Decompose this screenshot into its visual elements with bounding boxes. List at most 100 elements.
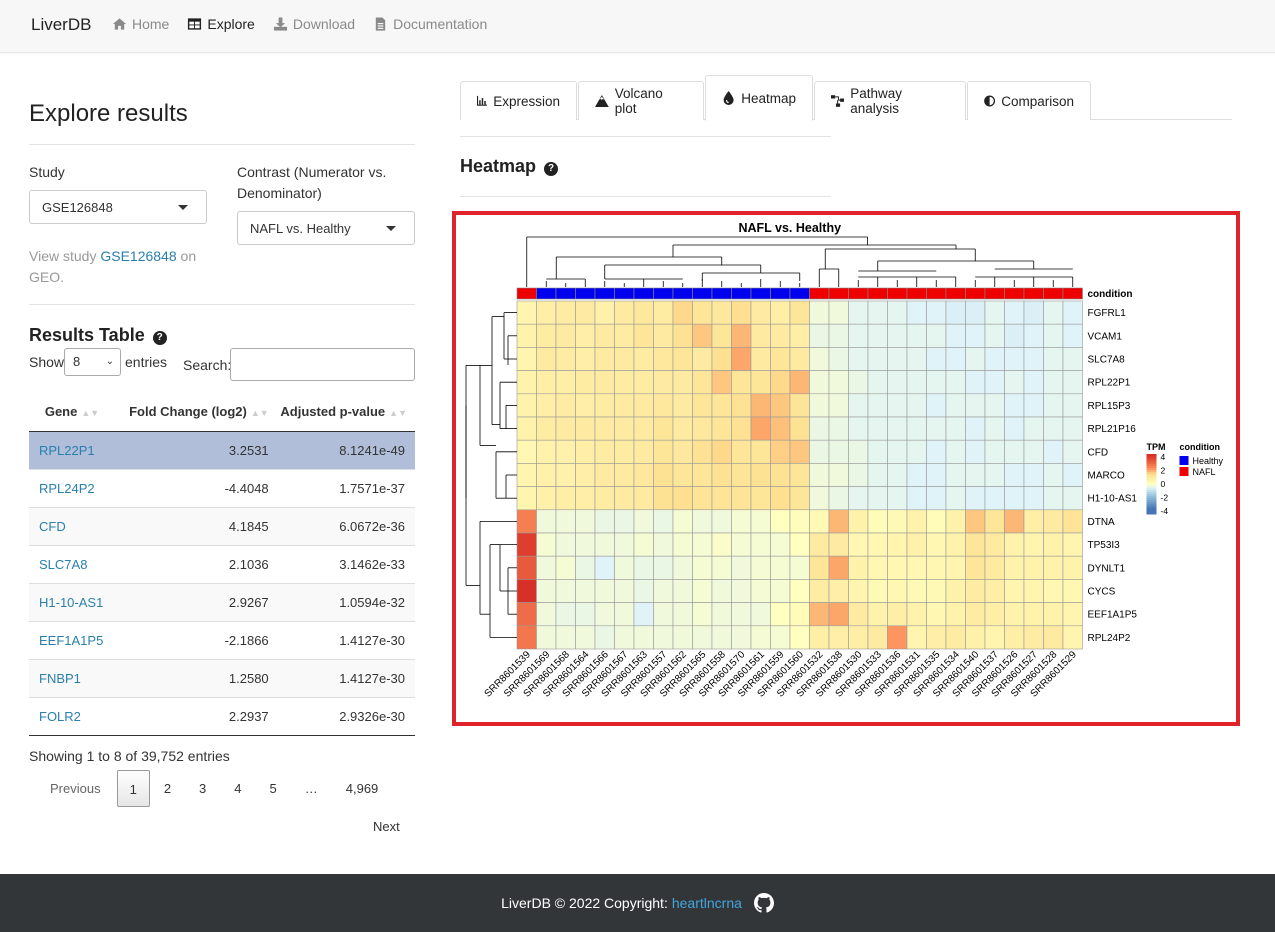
heatmap-cell [575,416,596,441]
p-value-cell: 1.7571e-37 [276,468,415,507]
previous-button[interactable]: Previous [29,770,117,807]
brand-logo[interactable]: LiverDB [31,15,91,35]
p-value-cell: 6.0672e-36 [276,506,415,545]
heatmap-cell [594,300,615,325]
gene-link[interactable]: RPL22P1 [39,443,95,458]
gene-link[interactable]: FOLR2 [39,709,81,724]
table-row[interactable]: EEF1A1P5 -2.1866 1.4127e-30 [29,620,415,659]
col-adjusted-p[interactable]: Adjusted p-value ▲▼ [276,392,415,432]
heatmap-cell [653,555,674,580]
heatmap-cell [906,555,927,580]
heatmap-cell [1004,300,1025,325]
study-select[interactable]: GSE126848 [29,190,207,224]
page-button-5[interactable]: 5 [256,770,291,807]
heatmap-cell [594,393,615,418]
table-row[interactable]: H1-10-AS1 2.9267 1.0594e-32 [29,582,415,621]
contrast-select[interactable]: NAFL vs. Healthy [237,211,415,245]
heatmap-cell [770,323,791,348]
fold-change-cell: -2.1866 [125,620,277,659]
caret-down-icon [386,226,396,231]
table-row[interactable]: FNBP1 1.2580 1.4127e-30 [29,658,415,697]
next-button[interactable]: Next [373,816,400,837]
nav-download[interactable]: Download [273,16,355,32]
search-input[interactable] [230,348,415,381]
github-icon[interactable] [753,893,774,913]
nav-explore[interactable]: Explore [187,16,255,32]
heatmap-cell [516,323,537,348]
heatmap-cell [1043,555,1064,580]
page-button-last[interactable]: 4,969 [332,770,393,807]
tab-expression[interactable]: Expression [460,81,577,120]
heatmap-cell [848,602,869,627]
col-fold-change[interactable]: Fold Change (log2) ▲▼ [125,392,277,432]
heatmap-cell [692,579,713,603]
row-label: DTNA [1088,517,1116,528]
tab-comparison[interactable]: Comparison [967,81,1091,120]
gene-link[interactable]: SLC7A8 [39,557,87,572]
nav-home[interactable]: Home [112,16,169,32]
page-button-2[interactable]: 2 [150,770,185,807]
page-title: Explore results [29,100,188,127]
heatmap-cell [848,486,869,511]
condition-annotation-cell [750,287,771,300]
page-button-3[interactable]: 3 [185,770,220,807]
fold-change-cell: 2.1036 [125,544,277,583]
heatmap-cell [672,532,693,557]
page-button-4[interactable]: 4 [220,770,255,807]
heatmap-cell [536,602,557,627]
heatmap-cell [887,370,908,395]
gene-link[interactable]: EEF1A1P5 [39,633,103,648]
heatmap-cell [536,370,557,395]
heatmap-cell [828,439,849,464]
tab-heatmap[interactable]: Heatmap [705,75,813,121]
heatmap-cell [984,602,1005,627]
table-row[interactable]: RPL24P2 -4.4048 1.7571e-37 [29,468,415,507]
study-link[interactable]: GSE126848 [100,248,176,264]
heatmap-cell [828,370,849,395]
heatmap-cell [1062,486,1083,511]
entries-select[interactable]: 8 ⌄ [64,348,121,376]
table-row[interactable]: CFD 4.1845 6.0672e-36 [29,506,415,545]
heatmap-cell [906,579,927,603]
heatmap-cell [770,509,791,534]
table-row[interactable]: SLC7A8 2.1036 3.1462e-33 [29,544,415,583]
row-label: H1-10-AS1 [1088,494,1138,505]
heatmap-cell [731,300,752,325]
heatmap-cell [887,393,908,418]
heatmap-cell [926,532,947,557]
condition-annotation-cell [789,287,810,300]
page-button-1[interactable]: 1 [116,770,150,807]
heatmap-cell [614,555,635,580]
heatmap-cell [750,347,771,371]
heatmap-cell [965,532,986,557]
table-row[interactable]: FOLR2 2.2937 2.9326e-30 [29,696,415,736]
help-icon[interactable]: ? [152,331,167,345]
condition-annotation-cell [1062,287,1083,300]
tab-volcano-plot[interactable]: Volcano plot [578,81,704,120]
heatmap-cell [828,486,849,511]
heatmap-cell [965,323,986,348]
heatmap-cell [750,323,771,348]
heatmap-cell [575,347,596,371]
nav-documentation[interactable]: Documentation [373,16,487,32]
gene-link[interactable]: FNBP1 [39,671,81,686]
heatmap-cell [809,486,830,511]
heatmap-cell [867,439,888,464]
heatmap-cell [516,416,537,441]
heatmap-cell [1004,532,1025,557]
heatmap-cell [536,416,557,441]
footer-link[interactable]: heartlncrna [672,895,742,911]
row-label: SLC7A8 [1088,355,1126,366]
gene-link[interactable]: H1-10-AS1 [39,595,103,610]
heatmap-cell [945,393,966,418]
table-row[interactable]: RPL22P1 3.2531 8.1241e-49 [29,430,415,469]
col-gene[interactable]: Gene ▲▼ [29,392,125,432]
legend-title: TPM [1147,442,1166,452]
help-icon[interactable]: ? [544,162,559,176]
heatmap-cell [770,463,791,487]
gene-link[interactable]: CFD [39,519,66,534]
tab-pathway-analysis[interactable]: Pathway analysis [814,81,966,120]
nav-home-label: Home [132,16,170,32]
heatmap-cell [633,323,654,348]
gene-link[interactable]: RPL24P2 [39,481,95,496]
